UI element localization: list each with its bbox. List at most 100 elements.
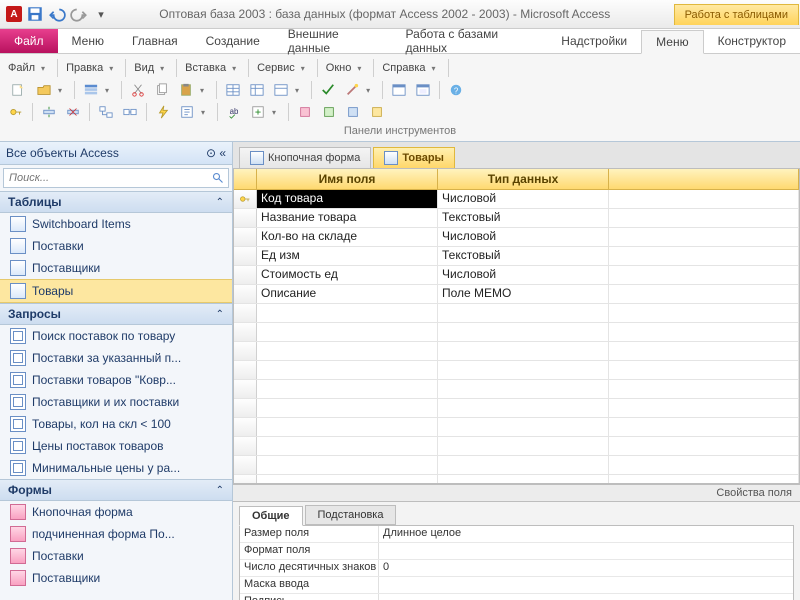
field-name-cell[interactable]	[257, 399, 438, 417]
ribbon-menu[interactable]: Справка	[380, 62, 427, 74]
field-row[interactable]	[234, 380, 799, 399]
window-2-icon[interactable]	[413, 80, 433, 100]
navpane-item[interactable]: Switchboard Items	[0, 213, 232, 235]
field-name-cell[interactable]	[257, 475, 438, 483]
table-1-icon[interactable]	[223, 80, 243, 100]
field-row[interactable]	[234, 323, 799, 342]
misc-2-icon[interactable]	[319, 102, 339, 122]
field-name-cell[interactable]	[257, 380, 438, 398]
field-type-cell[interactable]	[438, 361, 609, 379]
navpane-item[interactable]: Поставки за указанный п...	[0, 347, 232, 369]
ribbon-menu[interactable]: Окно	[324, 62, 354, 74]
field-type-cell[interactable]	[438, 304, 609, 322]
navpane-item[interactable]: Поставки товаров "Ковр...	[0, 369, 232, 391]
ribbon-tab[interactable]: Меню	[641, 30, 703, 54]
relations-icon[interactable]	[96, 102, 116, 122]
undo-icon[interactable]	[48, 5, 66, 23]
field-name-cell[interactable]: Название товара	[257, 209, 438, 227]
row-selector[interactable]	[234, 247, 257, 265]
ribbon-menu[interactable]: Правка	[64, 62, 105, 74]
field-row[interactable]: ОписаниеПоле МЕМО	[234, 285, 799, 304]
row-selector[interactable]	[234, 209, 257, 227]
property-row[interactable]: Подпись	[240, 594, 793, 600]
lightning-icon[interactable]	[153, 102, 173, 122]
field-name-cell[interactable]: Стоимость ед	[257, 266, 438, 284]
field-row[interactable]	[234, 342, 799, 361]
field-type-cell[interactable]: Текстовый	[438, 247, 609, 265]
contextual-tab-tabletools[interactable]: Работа с таблицами	[674, 4, 799, 25]
misc-1-icon[interactable]	[295, 102, 315, 122]
field-name-cell[interactable]: Ед изм	[257, 247, 438, 265]
navpane-group-header[interactable]: Таблицы⌃	[0, 191, 232, 213]
table-3-icon[interactable]	[271, 80, 291, 100]
field-name-cell[interactable]: Код товара	[257, 190, 438, 208]
field-name-cell[interactable]	[257, 456, 438, 474]
field-type-cell[interactable]	[438, 475, 609, 483]
col-header-type[interactable]: Тип данных	[438, 169, 609, 189]
check-icon[interactable]	[318, 80, 338, 100]
navpane-item[interactable]: Кнопочная форма	[0, 501, 232, 523]
navpane-item[interactable]: Минимальные цены у ра...	[0, 457, 232, 479]
navpane-item[interactable]: Поставщики	[0, 257, 232, 279]
navpane-group-header[interactable]: Запросы⌃	[0, 303, 232, 325]
navpane-item[interactable]: Поставки	[0, 235, 232, 257]
macro-icon[interactable]	[177, 102, 197, 122]
ribbon-tab[interactable]: Работа с базами данных	[392, 23, 548, 59]
misc-3-icon[interactable]	[343, 102, 363, 122]
field-type-cell[interactable]: Числовой	[438, 190, 609, 208]
search-icon[interactable]	[208, 169, 228, 187]
row-selector[interactable]	[234, 190, 257, 208]
row-selector[interactable]	[234, 266, 257, 284]
redo-icon[interactable]	[70, 5, 88, 23]
row-selector-header[interactable]	[234, 169, 257, 189]
cut-icon[interactable]	[128, 80, 148, 100]
navpane-item[interactable]: Поставщики	[0, 567, 232, 589]
field-row[interactable]	[234, 437, 799, 456]
ribbon-tab[interactable]: Меню	[58, 30, 118, 52]
window-1-icon[interactable]	[389, 80, 409, 100]
ribbon-tab[interactable]: Создание	[192, 30, 274, 52]
qat-customize-icon[interactable]: ▾	[92, 5, 110, 23]
property-row[interactable]: Размер поляДлинное целое	[240, 526, 793, 543]
property-row[interactable]: Маска ввода	[240, 577, 793, 594]
file-tab[interactable]: Файл	[0, 29, 58, 53]
field-type-cell[interactable]	[438, 342, 609, 360]
row-selector[interactable]	[234, 304, 257, 322]
field-type-cell[interactable]	[438, 437, 609, 455]
copy-icon[interactable]	[152, 80, 172, 100]
field-type-cell[interactable]	[438, 418, 609, 436]
navpane-item[interactable]: подчиненная форма По...	[0, 523, 232, 545]
prop-tab[interactable]: Подстановка	[305, 505, 397, 525]
field-type-cell[interactable]: Поле МЕМО	[438, 285, 609, 303]
field-name-cell[interactable]	[257, 323, 438, 341]
ribbon-menu[interactable]: Файл	[6, 62, 37, 74]
row-selector[interactable]	[234, 228, 257, 246]
property-row[interactable]: Число десятичных знаков0	[240, 560, 793, 577]
field-row[interactable]: Кол-во на складеЧисловой	[234, 228, 799, 247]
field-name-cell[interactable]: Описание	[257, 285, 438, 303]
misc-4-icon[interactable]	[367, 102, 387, 122]
row-selector[interactable]	[234, 285, 257, 303]
field-name-cell[interactable]	[257, 342, 438, 360]
row-selector[interactable]	[234, 342, 257, 360]
field-type-cell[interactable]: Числовой	[438, 266, 609, 284]
row-selector[interactable]	[234, 380, 257, 398]
key-icon[interactable]	[6, 102, 26, 122]
field-row[interactable]: Ед измТекстовый	[234, 247, 799, 266]
ribbon-menu[interactable]: Вид	[132, 62, 156, 74]
spell-icon[interactable]: ab	[224, 102, 244, 122]
field-row[interactable]	[234, 399, 799, 418]
wizard-icon[interactable]	[342, 80, 362, 100]
paste-icon[interactable]	[176, 80, 196, 100]
table-2-icon[interactable]	[247, 80, 267, 100]
ribbon-tab[interactable]: Главная	[118, 30, 192, 52]
search-input[interactable]	[4, 169, 208, 187]
field-name-cell[interactable]	[257, 361, 438, 379]
field-name-cell[interactable]	[257, 304, 438, 322]
field-name-cell[interactable]	[257, 418, 438, 436]
new-db-icon[interactable]	[6, 78, 30, 102]
col-header-desc[interactable]	[609, 169, 799, 189]
navpane-dropdown-icon[interactable]: ⊙ «	[206, 146, 226, 160]
ribbon-tab[interactable]: Конструктор	[704, 30, 800, 52]
field-name-cell[interactable]: Кол-во на складе	[257, 228, 438, 246]
